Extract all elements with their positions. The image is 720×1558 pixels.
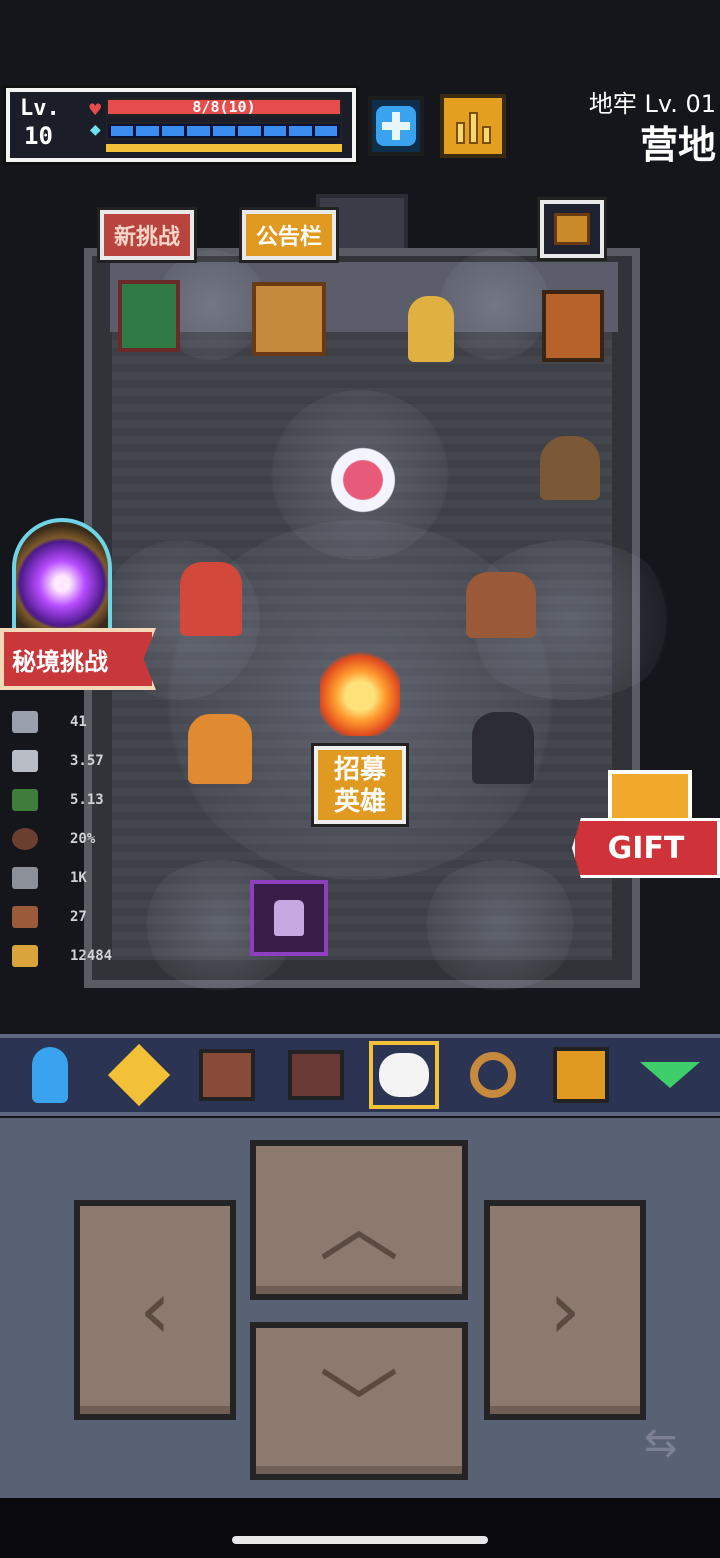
key-bronze-icon <box>12 905 38 928</box>
chart-bar-icon <box>481 126 491 144</box>
move-right-button[interactable]: › <box>484 1200 646 1420</box>
sword-icon <box>12 710 38 733</box>
campfire[interactable] <box>320 636 400 736</box>
stat-row: 3.57 <box>12 741 152 780</box>
locked-chest[interactable] <box>250 880 328 956</box>
collapse-icon <box>639 1062 700 1088</box>
swap-icon[interactable]: ⇆ <box>644 1420 678 1466</box>
mana-icon: ◆ <box>90 122 101 138</box>
merchant-stall[interactable] <box>542 290 604 362</box>
chevron-down-icon: ﹀ <box>319 1361 399 1454</box>
npc-adventurer[interactable] <box>466 572 536 638</box>
player-status-panel: Lv. 10 ♥ ◆ 8/8(10) <box>6 88 356 162</box>
stat-row: 5.13 <box>12 780 152 819</box>
move-left-button[interactable]: ‹ <box>74 1200 236 1420</box>
npc-angel[interactable] <box>318 440 408 520</box>
chart-bar-icon <box>468 112 478 144</box>
level-value: 10 <box>24 122 53 150</box>
focus-button[interactable] <box>369 1041 440 1109</box>
stat-row: 12484 <box>12 936 152 975</box>
stat-row: 41 <box>12 702 152 741</box>
key-icon <box>12 866 38 889</box>
scroll-icon <box>554 213 590 245</box>
bulletin-board-sign[interactable]: 公告栏 <box>242 210 336 260</box>
ranking-button[interactable] <box>440 94 506 158</box>
book-button[interactable] <box>192 1041 262 1109</box>
level-box: Lv. 10 <box>20 96 80 156</box>
heart-icon: ♥ <box>88 100 103 119</box>
focus-icon <box>379 1053 430 1097</box>
search-button[interactable] <box>458 1041 528 1109</box>
blade-icon <box>12 749 38 772</box>
arcade-machine[interactable] <box>118 280 180 352</box>
bag-icon <box>287 1050 344 1100</box>
system-bar <box>0 1498 720 1558</box>
npc-blacksmith[interactable] <box>188 714 252 784</box>
gift-button[interactable]: GIFT <box>572 770 720 882</box>
skill-star-icon <box>107 1043 170 1107</box>
npc-blonde-hero[interactable] <box>408 296 454 362</box>
home-indicator[interactable] <box>232 1536 488 1544</box>
move-up-button[interactable]: ︿ <box>250 1140 468 1300</box>
search-icon <box>469 1052 516 1098</box>
chevron-left-icon: ‹ <box>139 1263 171 1357</box>
action-toolbar <box>0 1034 720 1116</box>
recruit-line-2: 英雄 <box>333 787 386 817</box>
hero-button[interactable] <box>15 1041 85 1109</box>
gift-label: GIFT <box>572 818 720 878</box>
pause-button[interactable] <box>546 1041 616 1109</box>
move-down-button[interactable]: ﹀ <box>250 1322 468 1480</box>
bulletin-board[interactable] <box>252 282 326 356</box>
hero-icon <box>32 1047 69 1103</box>
hp-bar: 8/8(10) <box>106 98 342 116</box>
stat-row: 20% <box>12 819 152 858</box>
skill-button[interactable] <box>104 1041 174 1109</box>
npc-fox[interactable] <box>180 562 242 636</box>
gold-icon <box>12 944 38 967</box>
chevron-up-icon: ︿ <box>319 1180 399 1273</box>
portal-icon[interactable] <box>12 518 112 638</box>
stats-list: 41 3.57 5.13 20% 1K 27 12484 <box>12 702 152 975</box>
npc-maid[interactable] <box>472 712 534 784</box>
book-icon <box>199 1049 256 1101</box>
stat-row: 1K <box>12 858 152 897</box>
level-label: Lv. <box>20 96 60 121</box>
recruit-hero-sign[interactable]: 招募 英雄 <box>314 746 406 824</box>
chevron-right-icon: › <box>549 1263 581 1357</box>
collapse-button[interactable] <box>635 1041 705 1109</box>
chart-bar-icon <box>455 122 465 144</box>
secret-challenge-button[interactable]: 秘境挑战 <box>0 628 156 690</box>
mp-bar <box>106 122 342 140</box>
light-glow <box>440 250 550 360</box>
lock-icon <box>274 900 304 936</box>
pause-icon <box>553 1047 610 1103</box>
shop-sign[interactable] <box>540 200 604 258</box>
bag-button[interactable] <box>281 1041 351 1109</box>
npc-cowboy[interactable] <box>540 436 600 500</box>
plus-icon <box>376 106 416 146</box>
shield-icon <box>12 827 38 850</box>
heal-button[interactable] <box>368 96 424 156</box>
light-glow <box>420 860 580 990</box>
recruit-line-1: 招募 <box>333 755 386 785</box>
boot-icon <box>12 788 38 811</box>
stat-row: 27 <box>12 897 152 936</box>
zone-name: 营地 <box>639 123 716 167</box>
xp-bar <box>106 144 342 152</box>
hp-text: 8/8(10) <box>192 98 256 116</box>
new-challenge-sign[interactable]: 新挑战 <box>100 210 194 260</box>
